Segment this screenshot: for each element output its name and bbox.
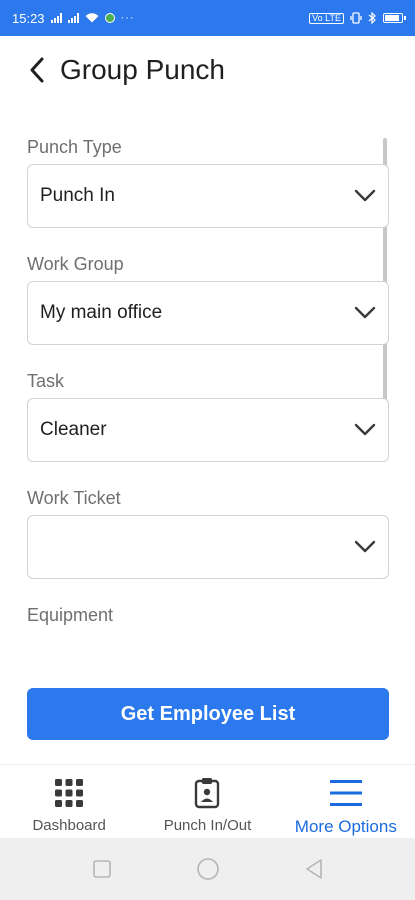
battery-icon bbox=[383, 13, 406, 23]
nav-label-dashboard: Dashboard bbox=[32, 817, 106, 834]
bottom-nav: Dashboard Punch In/Out More Options bbox=[0, 764, 415, 838]
grid-icon bbox=[53, 777, 85, 809]
chevron-down-icon bbox=[354, 306, 376, 319]
task-label: Task bbox=[27, 371, 65, 391]
nav-punch-in-out[interactable]: Punch In/Out bbox=[138, 765, 276, 838]
page-title: Group Punch bbox=[60, 54, 225, 85]
signal-icon bbox=[50, 13, 62, 23]
work-ticket-label: Work Ticket bbox=[27, 488, 121, 508]
equipment-label: Equipment bbox=[27, 605, 114, 625]
chevron-down-icon bbox=[354, 423, 376, 436]
work-ticket-select[interactable] bbox=[27, 515, 389, 579]
menu-icon bbox=[329, 777, 362, 809]
home-button[interactable] bbox=[195, 856, 221, 882]
status-time: 15:23 bbox=[12, 10, 45, 26]
chevron-down-icon bbox=[354, 189, 376, 202]
punch-type-select[interactable]: Punch In bbox=[27, 164, 389, 228]
chevron-left-icon bbox=[30, 57, 44, 83]
punch-type-label: Punch Type bbox=[27, 137, 122, 157]
work-group-value: My main office bbox=[40, 302, 163, 323]
task-value: Cleaner bbox=[40, 419, 107, 440]
triangle-back-icon bbox=[305, 859, 322, 879]
status-bar: 15:23 ··· Vo LTE bbox=[0, 0, 415, 36]
recent-apps-button[interactable] bbox=[89, 856, 115, 882]
punch-type-value: Punch In bbox=[40, 185, 115, 206]
work-group-label: Work Group bbox=[27, 254, 124, 274]
wifi-icon bbox=[85, 13, 99, 23]
vibrate-icon bbox=[350, 12, 362, 24]
system-back-button[interactable] bbox=[301, 856, 327, 882]
chevron-down-icon bbox=[354, 540, 376, 553]
nav-label-punch-in-out: Punch In/Out bbox=[163, 817, 252, 834]
get-employee-list-button[interactable]: Get Employee List bbox=[27, 688, 389, 740]
back-button[interactable] bbox=[22, 50, 52, 90]
work-group-select[interactable]: My main office bbox=[27, 281, 389, 345]
group-punch-form: Punch Type Punch In Work Group My main o… bbox=[27, 130, 389, 632]
square-icon bbox=[92, 860, 111, 878]
task-select[interactable]: Cleaner bbox=[27, 398, 389, 462]
nav-more-options[interactable]: More Options bbox=[277, 765, 415, 838]
app-notification-icon bbox=[104, 13, 115, 23]
bluetooth-icon bbox=[368, 12, 376, 24]
signal-icon-2 bbox=[67, 13, 79, 23]
volte-icon: Vo LTE bbox=[309, 12, 344, 24]
clipboard-badge-icon bbox=[191, 777, 223, 809]
system-nav-bar bbox=[0, 838, 415, 900]
circle-icon bbox=[196, 858, 219, 880]
nav-label-more-options: More Options bbox=[294, 817, 397, 836]
app-header: Group Punch bbox=[0, 36, 415, 104]
more-notifications-icon: ··· bbox=[120, 12, 135, 24]
nav-dashboard[interactable]: Dashboard bbox=[0, 765, 138, 838]
